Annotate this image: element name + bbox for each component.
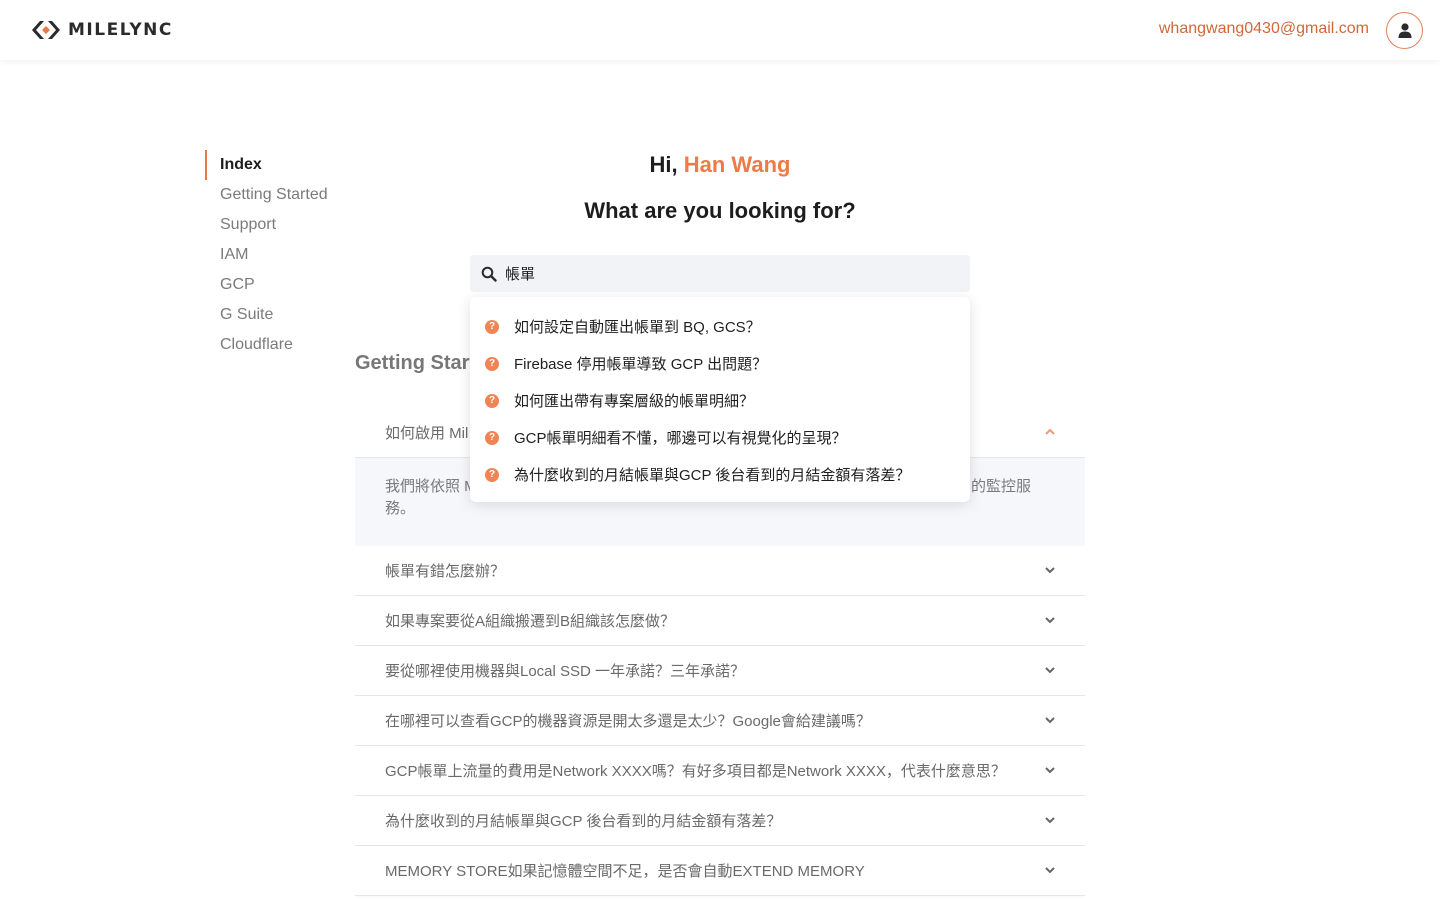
greeting-text: Hi, <box>649 152 684 177</box>
question-circle-icon: ? <box>485 356 499 371</box>
faq-question: 如何啟用 Mil <box>385 425 469 442</box>
sidebar-item-g-suite[interactable]: G Suite <box>205 300 328 330</box>
chevron-down-icon <box>1045 817 1055 824</box>
faq-item[interactable]: 如果專案要從A組織搬遷到B組織該怎麼做？ <box>355 596 1085 646</box>
suggestion-item[interactable]: ? Firebase 停用帳單導致 GCP 出問題？ <box>470 345 970 382</box>
chevron-down-icon <box>1045 767 1055 774</box>
suggestion-item[interactable]: ? 為什麼收到的月結帳單與GCP 後台看到的月結金額有落差？ <box>470 456 970 493</box>
user-icon <box>1398 23 1411 38</box>
sidebar-item-cloudflare[interactable]: Cloudflare <box>205 330 328 360</box>
faq-question: MEMORY STORE如果記憶體空間不足，是否會自動EXTEND MEMORY <box>385 863 865 880</box>
logo-mark-icon <box>32 21 60 39</box>
user-avatar-button[interactable] <box>1386 12 1423 49</box>
question-circle-icon: ? <box>485 319 499 334</box>
search-prompt-heading: What are you looking for? <box>584 198 856 223</box>
milelync-logo[interactable]: MILELYNC <box>30 18 173 42</box>
faq-question: GCP帳單上流量的費用是Network XXXX嗎？有好多項目都是Network… <box>385 763 1006 780</box>
faq-question: 為什麼收到的月結帳單與GCP 後台看到的月結金額有落差？ <box>385 813 782 830</box>
top-header: MILELYNC whangwang0430@gmail.com <box>0 0 1440 60</box>
sidebar-item-iam[interactable]: IAM <box>205 240 328 270</box>
faq-item[interactable]: 帳單有錯怎麼辦？ <box>355 546 1085 596</box>
search-bar[interactable] <box>470 255 970 292</box>
faq-item[interactable]: 在哪裡可以查看GCP的機器資源是開太多還是太少？Google會給建議嗎？ <box>355 696 1085 746</box>
faq-item[interactable]: GCP帳單上流量的費用是Network XXXX嗎？有好多項目都是Network… <box>355 746 1085 796</box>
faq-question: 要從哪裡使用機器與Local SSD 一年承諾？三年承諾？ <box>385 663 746 680</box>
chevron-down-icon <box>1045 667 1055 674</box>
search-suggestions-dropdown: ? 如何設定自動匯出帳單到 BQ, GCS？ ? Firebase 停用帳單導致 G… <box>470 297 970 502</box>
question-circle-icon: ? <box>485 467 499 482</box>
suggestion-label: 為什麼收到的月結帳單與GCP 後台看到的月結金額有落差？ <box>514 467 911 484</box>
suggestion-item[interactable]: ? 如何匯出帶有專案層級的帳單明細？ <box>470 382 970 419</box>
chevron-down-icon <box>1045 717 1055 724</box>
chevron-down-icon <box>1045 867 1055 874</box>
question-circle-icon: ? <box>485 393 499 408</box>
search-icon <box>481 266 497 282</box>
suggestion-label: Firebase 停用帳單導致 GCP 出問題？ <box>514 356 768 373</box>
suggestion-label: 如何設定自動匯出帳單到 BQ, GCS？ <box>514 319 761 336</box>
user-name: Han Wang <box>683 152 791 177</box>
faq-item[interactable]: MEMORY STORE如果記憶體空間不足，是否會自動EXTEND MEMORY <box>355 846 1085 896</box>
greeting-heading: Hi, Han Wang <box>0 152 1440 178</box>
faq-item[interactable]: 為什麼收到的月結帳單與GCP 後台看到的月結金額有落差？ <box>355 796 1085 846</box>
search-input[interactable] <box>505 265 925 282</box>
chevron-down-icon <box>1045 567 1055 574</box>
faq-question: 如果專案要從A組織搬遷到B組織該怎麼做？ <box>385 613 676 630</box>
question-circle-icon: ? <box>485 430 499 445</box>
sidebar-item-gcp[interactable]: GCP <box>205 270 328 300</box>
suggestion-label: 如何匯出帶有專案層級的帳單明細？ <box>514 393 755 410</box>
faq-item[interactable]: 要從哪裡使用機器與Local SSD 一年承諾？三年承諾？ <box>355 646 1085 696</box>
suggestion-item[interactable]: ? GCP帳單明細看不懂，哪邊可以有視覺化的呈現？ <box>470 419 970 456</box>
faq-question: 帳單有錯怎麼辦？ <box>385 563 506 580</box>
section-title: Getting Start <box>355 352 477 374</box>
faq-question: 在哪裡可以查看GCP的機器資源是開太多還是太少？Google會給建議嗎？ <box>385 713 871 730</box>
chevron-down-icon <box>1045 617 1055 624</box>
faq-answer-end: 的監控服 <box>971 478 1032 495</box>
faq-answer-start: 我們將依照 M <box>385 478 477 495</box>
suggestion-label: GCP帳單明細看不懂，哪邊可以有視覺化的呈現？ <box>514 430 847 447</box>
suggestion-item[interactable]: ? 如何設定自動匯出帳單到 BQ, GCS？ <box>470 308 970 345</box>
chevron-up-icon <box>1045 428 1055 435</box>
sidebar-nav: Index Getting Started Support IAM GCP G … <box>205 150 328 360</box>
logo-text: MILELYNC <box>68 20 173 40</box>
user-email[interactable]: whangwang0430@gmail.com <box>1159 20 1369 38</box>
